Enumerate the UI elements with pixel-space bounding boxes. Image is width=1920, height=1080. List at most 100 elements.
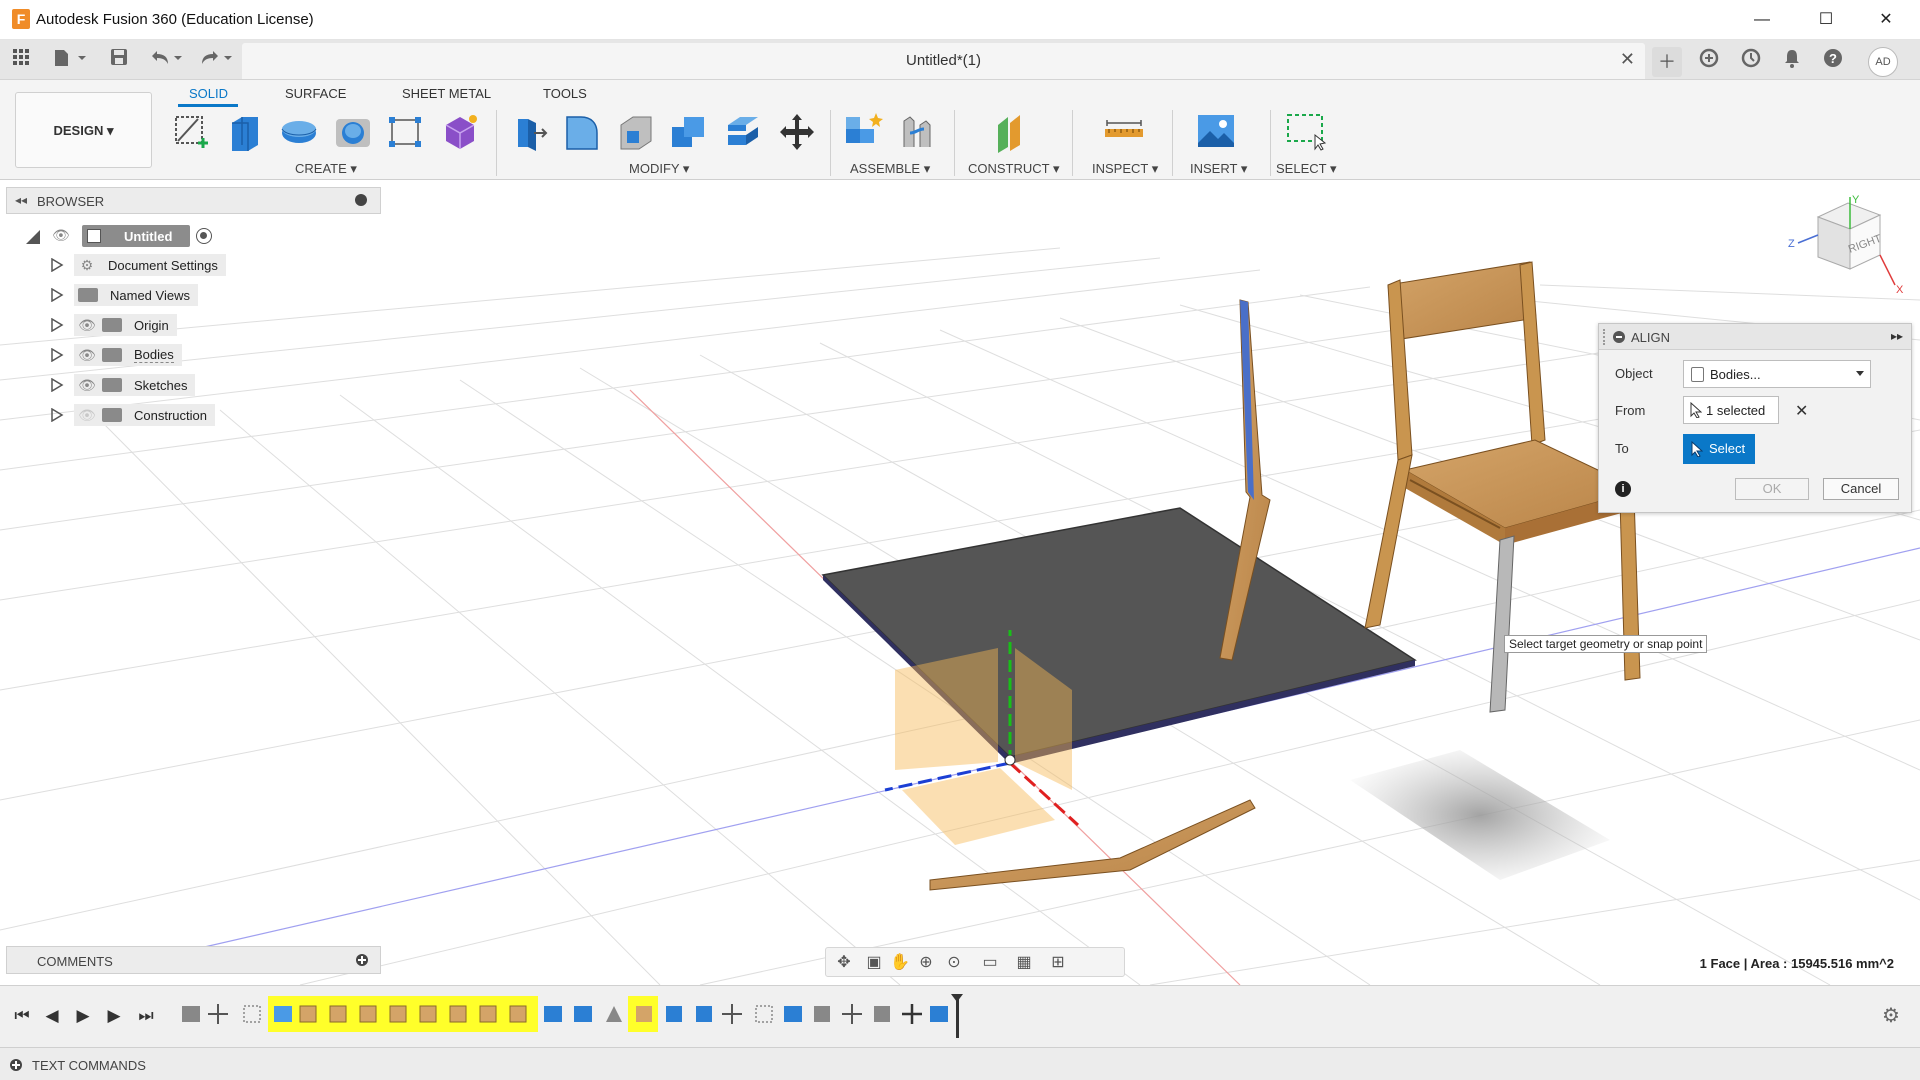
expand-text-commands-icon[interactable] <box>10 1059 22 1071</box>
document-tab[interactable]: Untitled*(1) ✕ <box>242 43 1645 79</box>
close-window-button[interactable]: ✕ <box>1866 6 1906 34</box>
timeline-settings-gear-icon[interactable]: ⚙ <box>1878 1003 1904 1029</box>
move-copy-icon[interactable] <box>776 111 818 153</box>
new-tab-icon[interactable]: ＋ <box>1652 47 1682 77</box>
construct-group-label[interactable]: CONSTRUCT ▾ <box>968 161 1060 177</box>
inspect-group-label[interactable]: INSPECT ▾ <box>1092 161 1158 177</box>
display-settings-icon[interactable]: ▭ <box>976 952 1004 974</box>
hidden-eye-icon[interactable]: 👁 <box>78 406 96 424</box>
visibility-eye-icon[interactable]: 👁 <box>78 376 96 394</box>
insert-group-label[interactable]: INSERT ▾ <box>1190 161 1247 177</box>
combine-icon[interactable] <box>668 111 710 153</box>
timeline-feature[interactable] <box>814 1006 830 1022</box>
close-document-icon[interactable]: ✕ <box>1620 49 1635 70</box>
expand-icon[interactable] <box>50 408 64 422</box>
timeline-feature[interactable] <box>722 1004 742 1024</box>
browser-root-row[interactable]: 👁 Untitled <box>0 222 380 250</box>
redo-icon[interactable] <box>196 48 236 72</box>
browser-item-sketches[interactable]: 👁 Sketches <box>30 372 250 398</box>
fillet-icon[interactable] <box>561 111 603 153</box>
timeline-feature[interactable] <box>574 1006 592 1022</box>
offset-face-icon[interactable] <box>722 111 764 153</box>
tab-solid[interactable]: SOLID <box>189 86 228 101</box>
joint-icon[interactable] <box>896 111 938 153</box>
save-icon[interactable] <box>106 48 132 72</box>
origin-point[interactable] <box>1004 754 1016 766</box>
expand-icon[interactable] <box>50 318 64 332</box>
timeline-feature[interactable] <box>755 1005 773 1023</box>
new-component-icon[interactable] <box>842 111 884 153</box>
timeline-last-icon[interactable]: ⏭ <box>134 1005 158 1027</box>
timeline-feature[interactable] <box>842 1004 862 1024</box>
timeline-marker[interactable] <box>956 998 959 1038</box>
ok-button[interactable]: OK <box>1735 478 1809 500</box>
grid-settings-icon[interactable]: ▦ <box>1010 952 1038 974</box>
modify-group-label[interactable]: MODIFY ▾ <box>629 161 689 177</box>
pan-hand-icon[interactable]: ✋ <box>886 952 914 974</box>
browser-item-named-views[interactable]: Named Views <box>30 282 250 308</box>
browser-minimize-icon[interactable] <box>355 194 367 206</box>
browser-item-document-settings[interactable]: ⚙ Document Settings <box>30 252 250 278</box>
visibility-eye-icon[interactable]: 👁 <box>78 316 96 334</box>
clear-selection-icon[interactable]: ✕ <box>1795 401 1808 421</box>
select-window-icon[interactable] <box>1285 111 1327 153</box>
collapse-browser-icon[interactable]: ◂◂ <box>15 193 27 207</box>
timeline-previous-icon[interactable]: ◀ <box>40 1005 64 1027</box>
browser-item-construction[interactable]: 👁 Construction <box>30 402 250 428</box>
extensions-icon[interactable] <box>1694 47 1724 77</box>
extrude-icon[interactable] <box>224 111 266 153</box>
timeline-next-icon[interactable]: ▶ <box>102 1005 126 1027</box>
timeline-feature[interactable] <box>606 1006 622 1022</box>
insert-image-icon[interactable] <box>1195 111 1237 153</box>
orbit-icon[interactable]: ✥ <box>830 952 858 974</box>
text-commands-bar[interactable]: TEXT COMMANDS <box>0 1047 1920 1080</box>
timeline-feature[interactable] <box>874 1006 890 1022</box>
select-group-label[interactable]: SELECT ▾ <box>1276 161 1336 177</box>
collapse-dialog-icon[interactable] <box>1613 331 1625 343</box>
maximize-button[interactable]: ☐ <box>1806 6 1846 34</box>
to-select-button[interactable]: Select <box>1683 434 1755 464</box>
collapse-root-icon[interactable] <box>26 230 40 244</box>
object-type-select[interactable]: Bodies... <box>1683 360 1871 388</box>
timeline-feature[interactable] <box>208 1004 228 1024</box>
browser-panel-header[interactable]: ◂◂ BROWSER <box>6 187 381 214</box>
hole-icon[interactable] <box>332 111 374 153</box>
create-form-icon[interactable] <box>439 111 481 153</box>
timeline-feature[interactable] <box>449 1005 467 1023</box>
expand-icon[interactable] <box>50 378 64 392</box>
timeline-feature[interactable] <box>930 1006 948 1022</box>
workspace-design-button[interactable]: DESIGN ▾ <box>15 92 152 168</box>
timeline-feature[interactable] <box>696 1006 712 1022</box>
pattern-icon[interactable] <box>385 111 427 153</box>
timeline-feature[interactable] <box>274 1006 292 1022</box>
expand-icon[interactable] <box>50 288 64 302</box>
viewports-icon[interactable]: ⊞ <box>1044 952 1072 974</box>
notifications-icon[interactable] <box>1777 47 1807 77</box>
add-comment-icon[interactable] <box>356 954 368 966</box>
3d-viewport[interactable] <box>0 181 1920 985</box>
visibility-eye-icon[interactable]: 👁 <box>78 346 96 364</box>
zoom-icon[interactable]: ⊕ <box>912 952 940 974</box>
timeline-feature[interactable] <box>666 1006 682 1022</box>
tab-sheet-metal[interactable]: SHEET METAL <box>402 86 491 101</box>
timeline-feature[interactable] <box>636 1006 652 1022</box>
drag-handle-icon[interactable] <box>1603 329 1605 345</box>
browser-item-origin[interactable]: 👁 Origin <box>30 312 250 338</box>
from-selection-field[interactable]: 1 selected <box>1683 396 1779 424</box>
root-component-label[interactable]: Untitled <box>82 225 190 247</box>
activate-radio-icon[interactable] <box>196 228 212 244</box>
view-cube[interactable]: RIGHT Y Z X <box>1780 195 1910 305</box>
revolve-icon[interactable] <box>278 111 320 153</box>
timeline-feature[interactable] <box>299 1005 317 1023</box>
create-group-label[interactable]: CREATE ▾ <box>295 161 357 177</box>
timeline-feature[interactable] <box>329 1005 347 1023</box>
align-dialog-header[interactable]: ALIGN ▸▸ <box>1599 324 1911 350</box>
measure-icon[interactable] <box>1103 111 1145 153</box>
tab-tools[interactable]: TOOLS <box>543 86 587 101</box>
visibility-eye-icon[interactable]: 👁 <box>52 227 70 244</box>
user-avatar[interactable]: AD <box>1868 47 1898 77</box>
cancel-button[interactable]: Cancel <box>1823 478 1899 500</box>
expand-dialog-icon[interactable]: ▸▸ <box>1891 329 1903 343</box>
help-icon[interactable]: ? <box>1818 47 1848 77</box>
expand-icon[interactable] <box>50 258 64 272</box>
